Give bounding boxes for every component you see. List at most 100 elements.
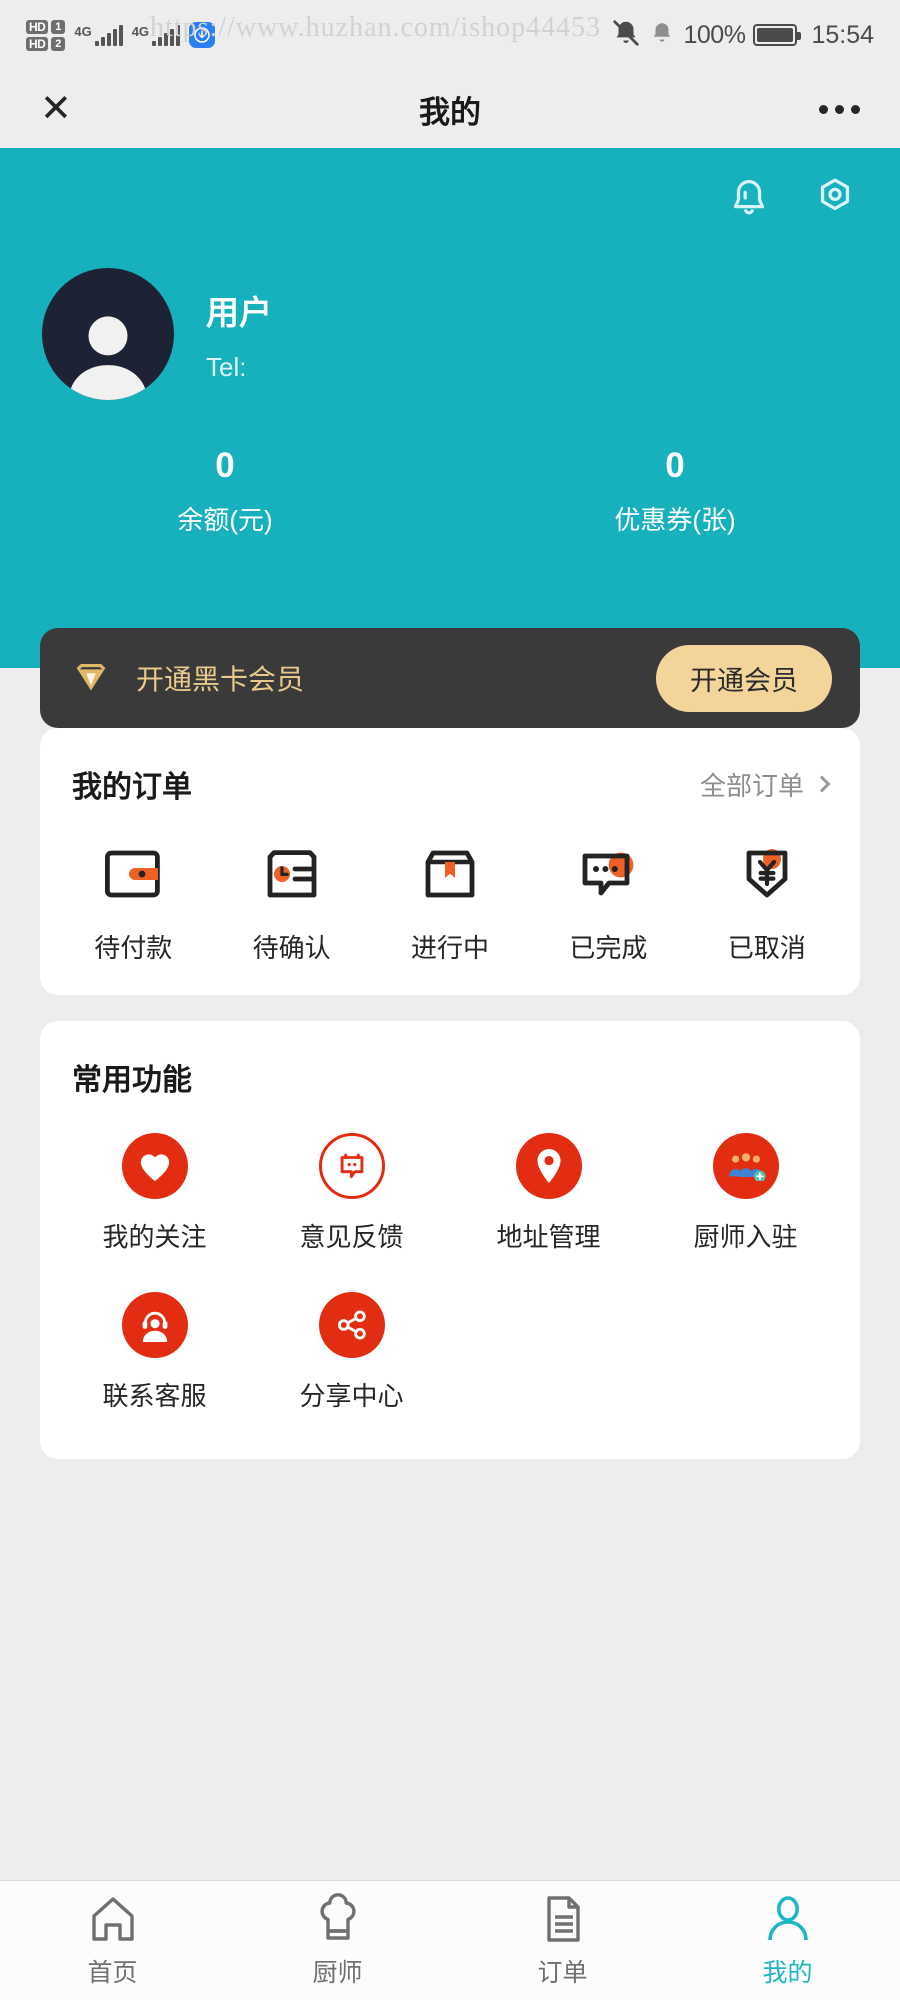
status-bar-right: 100% 15:54 — [611, 18, 874, 53]
stat-value: 0 — [215, 446, 235, 485]
headset-support-icon — [121, 1292, 188, 1358]
function-label: 地址管理 — [496, 1222, 601, 1252]
black-card-banner[interactable]: 开通黑卡会员 开通会员 — [40, 628, 860, 728]
function-chef-join[interactable]: 厨师入驻 — [647, 1133, 844, 1254]
alarm-muted-icon — [611, 18, 641, 53]
chef-hat-icon — [319, 1892, 356, 1940]
more-icon[interactable] — [819, 104, 860, 114]
header-actions — [0, 148, 900, 220]
user-tel: Tel: — [206, 351, 247, 382]
all-orders-label: 全部订单 — [699, 770, 804, 801]
tab-mine[interactable]: 我的 — [675, 1893, 900, 1989]
order-status-pending-confirm[interactable]: 待确认 — [212, 840, 370, 965]
profile-header: 用户 Tel: 0 余额(元) 0 优惠券(张) 开通黑卡会员 开通会员 — [0, 148, 900, 728]
bottom-tabbar: 首页 厨师 订单 我的 — [0, 1880, 900, 2000]
order-status-completed[interactable]: 已完成 — [529, 840, 687, 965]
function-contact-support[interactable]: 联系客服 — [56, 1292, 253, 1413]
order-status-cancelled[interactable]: 已取消 — [688, 840, 846, 965]
avatar[interactable] — [42, 268, 174, 400]
clock-card-icon — [212, 840, 370, 908]
order-status-label: 已完成 — [569, 933, 648, 963]
hd-indicators: HD 1 HD 2 — [26, 19, 66, 51]
profile-stats: 0 余额(元) 0 优惠券(张) — [0, 446, 900, 537]
black-card-text: 开通黑卡会员 — [136, 664, 305, 695]
home-icon — [91, 1896, 134, 1941]
stat-coupons[interactable]: 0 优惠券(张) — [450, 446, 900, 537]
function-label: 我的关注 — [102, 1222, 207, 1252]
tab-orders[interactable]: 订单 — [450, 1893, 675, 1989]
clock: 15:54 — [811, 20, 874, 49]
profile-row[interactable]: 用户 Tel: — [0, 220, 900, 400]
common-functions-card: 常用功能 我的关注 意见反馈 地址管理 厨师入驻 联系客服 分享中心 — [40, 1021, 860, 1459]
hd2-number: 2 — [51, 36, 66, 51]
phone-screen: HD 1 HD 2 4G 4G 100% 15:54 https://www.h… — [0, 0, 900, 2000]
person-icon — [767, 1895, 808, 1940]
my-orders-card: 我的订单 全部订单 待付款 待确认 进行中 已完成 已取消 — [40, 728, 860, 995]
page-title: 我的 — [419, 94, 481, 130]
tab-label: 首页 — [87, 1958, 138, 1987]
navbar: ✕ 我的 — [0, 70, 900, 148]
status-bar: HD 1 HD 2 4G 4G 100% 15:54 https://www.h… — [0, 0, 900, 70]
status-bar-left: HD 1 HD 2 4G 4G — [26, 19, 216, 51]
chef-join-icon — [712, 1133, 779, 1199]
function-label: 分享中心 — [299, 1381, 404, 1411]
all-orders-link[interactable]: 全部订单 — [699, 766, 831, 803]
signal-1: 4G — [74, 24, 123, 46]
share-icon — [318, 1292, 385, 1358]
my-orders-header: 我的订单 全部订单 — [40, 762, 860, 806]
function-my-follows[interactable]: 我的关注 — [56, 1133, 253, 1254]
document-icon — [546, 1895, 580, 1942]
avatar-icon — [68, 316, 148, 400]
hd1-badge: HD — [26, 19, 49, 34]
feedback-chat-icon — [318, 1133, 385, 1199]
box-icon — [371, 840, 529, 908]
tab-label: 订单 — [537, 1958, 588, 1987]
tab-label: 厨师 — [312, 1958, 363, 1987]
gem-icon — [68, 655, 114, 701]
bell-icon[interactable] — [726, 174, 772, 220]
function-feedback[interactable]: 意见反馈 — [253, 1133, 450, 1254]
function-label: 意见反馈 — [299, 1222, 404, 1252]
download-app-icon — [189, 22, 216, 48]
battery-icon — [753, 24, 802, 46]
bell-icon — [649, 19, 675, 52]
stat-label: 余额(元) — [177, 505, 273, 535]
profile-info: 用户 Tel: — [206, 286, 272, 383]
function-share-center[interactable]: 分享中心 — [253, 1292, 450, 1413]
order-status-label: 进行中 — [411, 933, 490, 963]
activate-membership-button[interactable]: 开通会员 — [656, 644, 832, 712]
chevron-right-icon — [813, 775, 831, 793]
settings-hex-icon[interactable] — [812, 174, 858, 220]
location-pin-icon — [515, 1133, 582, 1199]
common-functions-title: 常用功能 — [72, 1064, 192, 1097]
order-status-label: 待付款 — [94, 933, 173, 963]
common-functions-header: 常用功能 — [40, 1055, 860, 1099]
hd2-badge: HD — [26, 36, 49, 51]
signal-bars-icon — [152, 24, 181, 46]
function-grid: 我的关注 意见反馈 地址管理 厨师入驻 联系客服 分享中心 — [40, 1133, 860, 1451]
order-status-pending-payment[interactable]: 待付款 — [54, 840, 212, 965]
stat-value: 0 — [665, 446, 685, 485]
hd1-number: 1 — [51, 19, 66, 34]
battery-percent: 100% — [683, 20, 746, 49]
my-orders-title: 我的订单 — [72, 771, 192, 804]
function-address-management[interactable]: 地址管理 — [450, 1133, 647, 1254]
order-status-in-progress[interactable]: 进行中 — [371, 840, 529, 965]
tab-home[interactable]: 首页 — [0, 1893, 225, 1989]
user-name: 用户 — [206, 293, 272, 331]
stat-label: 优惠券(张) — [614, 505, 736, 535]
order-status-label: 待确认 — [252, 933, 331, 963]
heart-icon — [121, 1133, 188, 1199]
stat-balance[interactable]: 0 余额(元) — [0, 446, 450, 537]
order-status-list: 待付款 待确认 进行中 已完成 已取消 — [40, 840, 860, 965]
network-type-1: 4G — [74, 24, 92, 39]
tab-label: 我的 — [762, 1958, 813, 1987]
tab-chef[interactable]: 厨师 — [225, 1892, 450, 1989]
function-label: 联系客服 — [102, 1381, 207, 1411]
order-status-label: 已取消 — [727, 933, 806, 963]
yuan-shield-icon — [688, 840, 846, 908]
signal-bars-icon — [94, 24, 123, 46]
function-label: 厨师入驻 — [693, 1222, 798, 1252]
watermark: https://www.huzhan.com/ishop44453 — [150, 12, 602, 43]
network-type-2: 4G — [131, 24, 150, 39]
